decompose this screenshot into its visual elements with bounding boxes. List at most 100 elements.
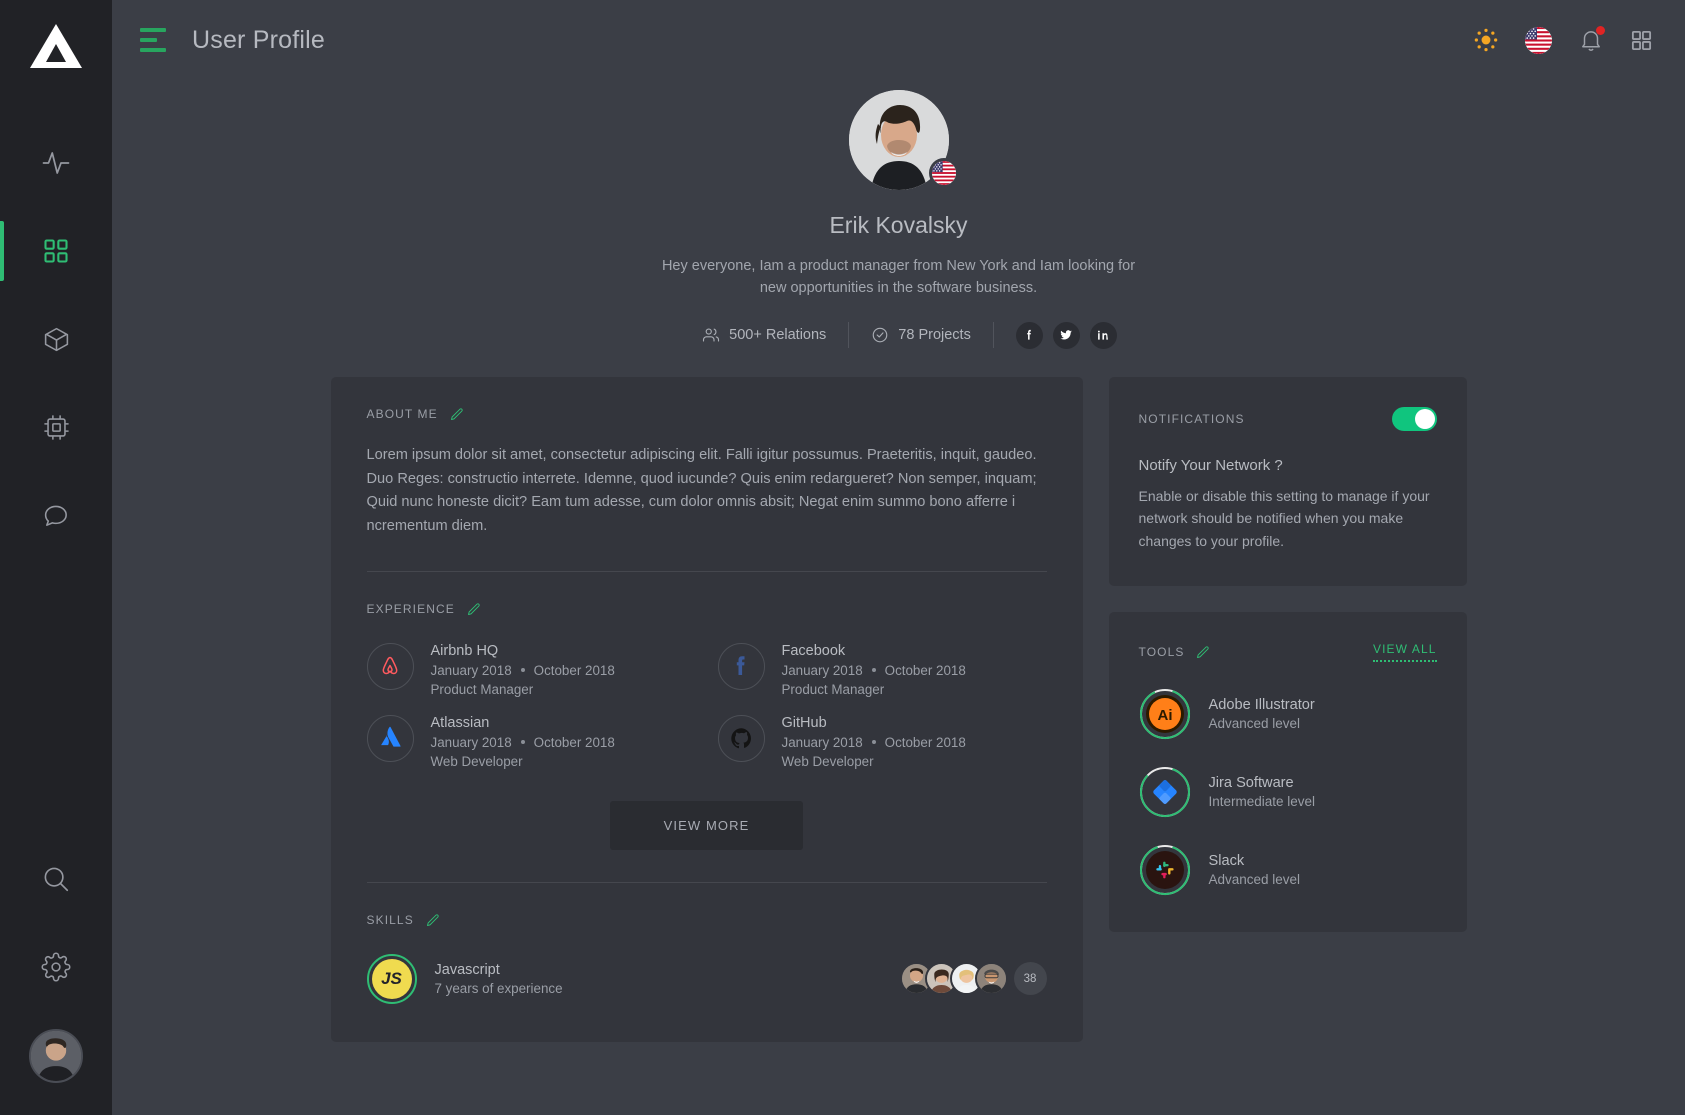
experience-item[interactable]: GitHub January 2018 October 2018 Web Dev… (717, 714, 1047, 769)
sidebar-item-messages[interactable] (0, 471, 112, 559)
tool-name: Slack (1208, 853, 1245, 870)
tool-item[interactable]: Jira Software Intermediate level (1139, 766, 1437, 818)
profile-bio: Hey everyone, Iam a product manager from… (661, 258, 1136, 297)
experience-dates: January 2018 October 2018 (782, 735, 966, 750)
sun-brightness-icon[interactable] (1473, 27, 1499, 53)
notifications-question: Notify Your Network ? (1138, 456, 1283, 474)
right-column: NOTIFICATIONS Notify Your Network ? Enab… (1108, 376, 1467, 933)
view-more-button[interactable]: VIEW MORE (609, 800, 804, 850)
tool-name: Jira Software (1208, 775, 1294, 792)
profile-name: Erik Kovalsky (829, 212, 968, 238)
triangle-logo[interactable] (28, 22, 84, 75)
svg-text:Ai: Ai (1157, 707, 1172, 724)
skill-endorser-count[interactable]: 38 (1013, 962, 1047, 995)
tools-header: TOOLS VIEW ALL (1138, 642, 1437, 663)
sidebar-item-activity[interactable] (0, 119, 112, 207)
sidebar-item-settings[interactable] (0, 923, 112, 1011)
pencil-edit-icon[interactable] (466, 602, 481, 617)
linkedin-icon (1098, 331, 1109, 341)
language-flag-button[interactable] (1525, 26, 1552, 54)
sidebar-item-search[interactable] (0, 835, 112, 923)
sidebar-item-devices[interactable] (0, 383, 112, 471)
experience-role: Web Developer (781, 753, 874, 769)
notifications-description: Enable or disable this setting to manage… (1138, 487, 1430, 549)
twitter-icon (1060, 330, 1073, 340)
experience-item[interactable]: Atlassian January 2018 October 2018 Web … (366, 714, 696, 769)
people-icon (703, 328, 720, 342)
notifications-toggle[interactable] (1391, 406, 1437, 431)
tools-card: TOOLS VIEW ALL Ai Adobe Illustrator Adva… (1108, 612, 1467, 933)
experience-company: GitHub (781, 714, 827, 731)
sidebar-item-dashboard[interactable] (0, 207, 112, 295)
main-area: User Profile Erik Kovalsky Hey everyone,… (112, 0, 1685, 1115)
pencil-edit-icon[interactable] (1195, 645, 1210, 660)
experience-item-body: GitHub January 2018 October 2018 Web Dev… (782, 715, 966, 769)
date-separator-dot (520, 668, 525, 672)
pencil-edit-icon[interactable] (449, 407, 464, 422)
experience-item[interactable]: Airbnb HQ January 2018 October 2018 Prod… (366, 642, 696, 697)
experience-role: Product Manager (430, 681, 534, 697)
skill-text-block: Javascript 7 years of experience (435, 962, 563, 996)
experience-end: October 2018 (533, 662, 615, 678)
experience-end: October 2018 (884, 662, 966, 678)
jira-software-icon (1146, 773, 1184, 811)
tool-progress-ring: Ai (1139, 688, 1191, 740)
us-flag-icon (1525, 26, 1552, 54)
tool-progress-ring (1139, 844, 1191, 896)
search-icon (44, 867, 69, 892)
notifications-header: NOTIFICATIONS (1138, 406, 1437, 431)
tool-text-block: Adobe Illustrator Advanced level (1209, 697, 1315, 731)
notifications-button[interactable] (1578, 26, 1605, 53)
hamburger-menu-icon[interactable] (140, 28, 166, 52)
chat-bubble-icon (44, 505, 67, 526)
facebook-icon (717, 642, 765, 690)
sidebar-nav-list (0, 119, 112, 559)
tool-item[interactable]: Slack Advanced level (1139, 844, 1437, 896)
gear-settings-icon (41, 952, 71, 982)
facebook-link[interactable] (1015, 321, 1043, 349)
notifications-title: NOTIFICATIONS (1138, 411, 1245, 426)
tool-item[interactable]: Ai Adobe Illustrator Advanced level (1139, 688, 1437, 740)
experience-company: Atlassian (430, 714, 490, 731)
pencil-edit-icon[interactable] (425, 913, 440, 928)
grid-dashboard-icon (44, 239, 68, 263)
linkedin-link[interactable] (1089, 321, 1117, 349)
skill-detail: 7 years of experience (434, 980, 563, 996)
experience-item-body: Airbnb HQ January 2018 October 2018 Prod… (431, 643, 615, 697)
sidebar-bottom-group (0, 835, 112, 1115)
apps-grid-button[interactable] (1630, 29, 1653, 52)
about-me-title: ABOUT ME (366, 407, 438, 422)
experience-item[interactable]: Facebook January 2018 October 2018 Produ… (717, 642, 1047, 697)
left-sidebar (0, 0, 112, 1115)
experience-start: January 2018 (781, 734, 863, 750)
notification-badge (1596, 26, 1605, 35)
twitter-link[interactable] (1052, 321, 1080, 349)
date-separator-dot (871, 668, 876, 672)
view-all-link[interactable]: VIEW ALL (1373, 642, 1437, 663)
profile-details-card: ABOUT ME Lorem ipsum dolor sit amet, con… (330, 376, 1083, 1042)
page-title: User Profile (192, 25, 325, 54)
profile-avatar-wrapper[interactable] (848, 90, 959, 190)
sidebar-item-packages[interactable] (0, 295, 112, 383)
skills-header: SKILLS (367, 913, 1047, 928)
tools-title: TOOLS (1138, 645, 1185, 660)
sidebar-user-avatar[interactable] (29, 1029, 83, 1083)
stat-projects[interactable]: 78 Projects (849, 326, 993, 344)
date-separator-dot (871, 740, 876, 744)
skill-item: JS Javascript 7 years of experience 38 (366, 953, 1047, 1004)
cube-box-icon (44, 327, 68, 351)
avatar[interactable] (974, 962, 1008, 995)
stat-relations[interactable]: 500+ Relations (680, 326, 848, 344)
experience-dates: January 2018 October 2018 (431, 663, 615, 678)
profile-stats-row: 500+ Relations 78 Projects (112, 321, 1685, 349)
social-links (994, 321, 1117, 349)
stat-projects-label: 78 Projects (898, 327, 971, 344)
skill-endorsers: 38 (899, 962, 1047, 995)
date-separator-dot (520, 740, 525, 744)
tool-level: Advanced level (1208, 872, 1301, 888)
experience-dates: January 2018 October 2018 (782, 663, 966, 678)
us-flag-badge (928, 158, 959, 188)
check-circle-icon (872, 328, 888, 343)
skill-name: Javascript (434, 961, 500, 978)
javascript-icon: JS (366, 953, 417, 1004)
